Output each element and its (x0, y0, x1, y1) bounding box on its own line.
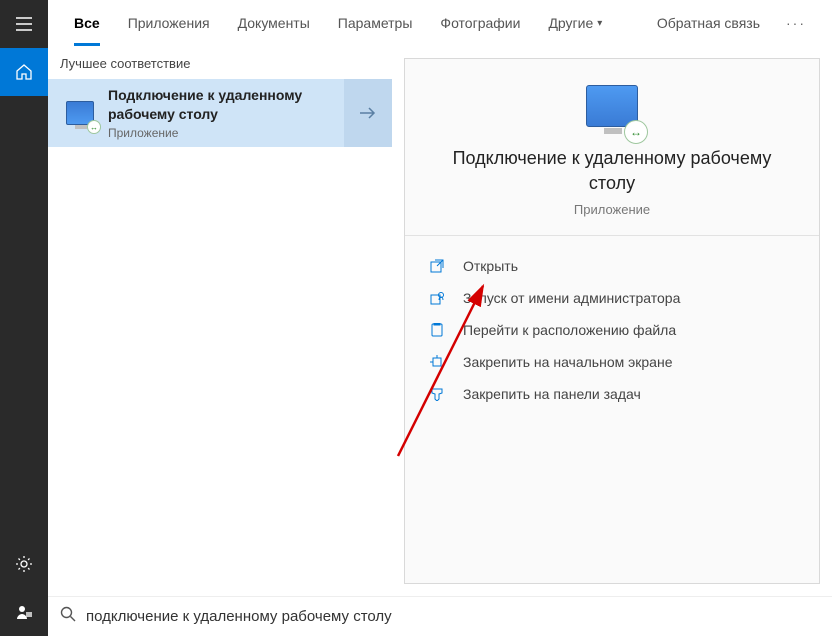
search-input[interactable] (86, 608, 820, 625)
actions-list: Открыть Запуск от имени администратора П… (405, 236, 819, 424)
result-title: Подключение к удаленному рабочему столу (108, 86, 332, 124)
action-label: Запуск от имени администратора (463, 290, 680, 306)
search-bar (48, 596, 832, 636)
action-open[interactable]: Открыть (429, 250, 795, 282)
tab-label: Все (74, 15, 100, 31)
action-label: Закрепить на начальном экране (463, 354, 673, 370)
results-column: Лучшее соответствие ↔ Подключение к удал… (48, 46, 392, 596)
tab-apps[interactable]: Приложения (118, 0, 220, 46)
rdp-badge-icon: ↔ (87, 120, 101, 134)
hamburger-button[interactable] (0, 0, 48, 48)
tab-label: Документы (238, 15, 310, 31)
pin-taskbar-icon (429, 387, 445, 401)
home-button[interactable] (0, 48, 48, 96)
home-icon (15, 63, 33, 81)
action-run-as-admin[interactable]: Запуск от имени администратора (429, 282, 795, 314)
action-label: Открыть (463, 258, 518, 274)
sidebar (0, 0, 48, 636)
details-subtitle: Приложение (429, 202, 795, 217)
pin-start-icon (429, 355, 445, 369)
admin-icon (429, 291, 445, 305)
action-label: Закрепить на панели задач (463, 386, 641, 402)
expand-result-button[interactable] (344, 79, 392, 147)
settings-button[interactable] (0, 540, 48, 588)
open-icon (429, 259, 445, 273)
tab-label: Другие (548, 15, 593, 31)
tab-label: Фотографии (440, 15, 520, 31)
result-subtitle: Приложение (108, 126, 332, 140)
tab-photos[interactable]: Фотографии (430, 0, 530, 46)
gear-icon (15, 555, 33, 573)
feedback-label: Обратная связь (657, 15, 760, 31)
action-pin-to-start[interactable]: Закрепить на начальном экране (429, 346, 795, 378)
app-icon: ↔ (60, 93, 100, 133)
tab-settings[interactable]: Параметры (328, 0, 423, 46)
account-button[interactable] (0, 588, 48, 636)
ellipsis-icon: ··· (786, 15, 806, 31)
more-button[interactable]: ··· (776, 15, 816, 31)
hamburger-icon (16, 17, 32, 31)
folder-icon (429, 323, 445, 337)
section-title: Лучшее соответствие (48, 46, 392, 79)
details-card: ↔ Подключение к удаленному рабочему стол… (404, 58, 820, 584)
app-large-icon: ↔ (586, 85, 638, 132)
tab-label: Параметры (338, 15, 413, 31)
details-title: Подключение к удаленному рабочему столу (429, 146, 795, 196)
chevron-down-icon: ▾ (597, 18, 602, 29)
tab-all[interactable]: Все (64, 0, 110, 46)
action-pin-to-taskbar[interactable]: Закрепить на панели задач (429, 378, 795, 410)
tab-documents[interactable]: Документы (228, 0, 320, 46)
rdp-badge-icon: ↔ (624, 120, 648, 144)
action-label: Перейти к расположению файла (463, 322, 676, 338)
feedback-link[interactable]: Обратная связь (649, 15, 768, 31)
tab-bar: Все Приложения Документы Параметры Фотог… (48, 0, 832, 46)
search-icon (60, 606, 76, 627)
tab-label: Приложения (128, 15, 210, 31)
arrow-right-icon (358, 105, 378, 121)
details-column: ↔ Подключение к удаленному рабочему стол… (392, 46, 832, 596)
tab-more[interactable]: Другие ▾ (538, 0, 612, 46)
action-open-file-location[interactable]: Перейти к расположению файла (429, 314, 795, 346)
result-item[interactable]: ↔ Подключение к удаленному рабочему стол… (48, 79, 344, 147)
user-icon (15, 603, 33, 621)
